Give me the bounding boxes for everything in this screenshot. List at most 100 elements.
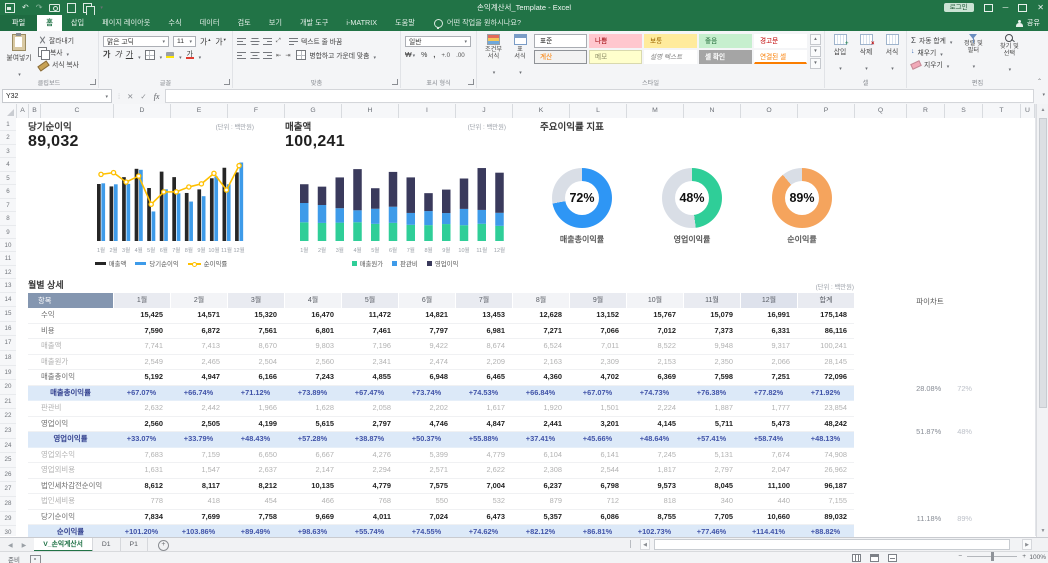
row-header-23[interactable]: 23 bbox=[0, 424, 16, 439]
cell[interactable]: 175,148 bbox=[797, 308, 854, 323]
number-dialog-launcher[interactable] bbox=[468, 79, 474, 85]
redo-icon[interactable]: ↷ bbox=[36, 0, 43, 15]
cell[interactable]: 4,011 bbox=[341, 510, 398, 525]
row-header-6[interactable]: 6 bbox=[0, 185, 16, 198]
row-header-11[interactable]: 11 bbox=[0, 252, 16, 265]
cell[interactable]: 28,145 bbox=[797, 355, 854, 370]
cell[interactable]: 8,212 bbox=[227, 479, 284, 494]
tab-file[interactable]: 파일 bbox=[0, 15, 37, 31]
header-1월[interactable]: 1월 bbox=[113, 293, 170, 308]
cell[interactable]: 100,241 bbox=[797, 339, 854, 354]
cell[interactable]: 2,465 bbox=[170, 355, 227, 370]
scroll-left-icon[interactable]: ◀ bbox=[640, 539, 650, 550]
sheet-tab-P1[interactable]: P1 bbox=[121, 538, 148, 552]
column-header-P[interactable]: P bbox=[798, 104, 855, 118]
cell[interactable]: +33.07% bbox=[113, 432, 170, 447]
cell[interactable]: 6,981 bbox=[455, 324, 512, 339]
delete-cells-button[interactable]: × 삭제 bbox=[855, 34, 877, 75]
save-icon[interactable] bbox=[5, 3, 15, 13]
cell[interactable]: +71.92% bbox=[797, 386, 854, 401]
row-label[interactable]: 매출원가 bbox=[28, 355, 113, 370]
cell[interactable]: 7,243 bbox=[284, 370, 341, 385]
cell[interactable]: 12,628 bbox=[512, 308, 569, 323]
autosum-button[interactable]: Σ자동 합계 bbox=[911, 34, 952, 46]
tab-수식[interactable]: 수식 bbox=[159, 15, 190, 31]
camera-icon[interactable] bbox=[49, 4, 60, 12]
column-header-Q[interactable]: Q bbox=[855, 104, 907, 118]
row-header-7[interactable]: 7 bbox=[0, 199, 16, 212]
cell[interactable]: 7,590 bbox=[113, 324, 170, 339]
cell[interactable]: 2,224 bbox=[626, 401, 683, 416]
cell[interactable]: 7,245 bbox=[626, 448, 683, 463]
orientation-icon[interactable]: ⤢ bbox=[276, 37, 281, 45]
cell[interactable]: 2,797 bbox=[341, 417, 398, 432]
cell[interactable]: 532 bbox=[455, 494, 512, 509]
cell[interactable]: 7,561 bbox=[227, 324, 284, 339]
decrease-indent-icon[interactable]: ⇤ bbox=[276, 52, 281, 59]
cell[interactable]: 6,667 bbox=[284, 448, 341, 463]
horizontal-scrollbar[interactable]: ◀ ▶ bbox=[640, 538, 1032, 550]
row-header-2[interactable]: 2 bbox=[0, 131, 16, 144]
cell[interactable]: 14,821 bbox=[398, 308, 455, 323]
row-header-30[interactable]: 30 bbox=[0, 526, 16, 536]
cell[interactable]: 23,854 bbox=[797, 401, 854, 416]
underline-button[interactable]: 가 bbox=[126, 50, 133, 60]
cell[interactable]: 6,798 bbox=[569, 479, 626, 494]
insert-function-icon[interactable]: fx bbox=[154, 92, 160, 101]
cell[interactable]: 7,683 bbox=[113, 448, 170, 463]
formula-input[interactable] bbox=[165, 89, 1034, 103]
tab-홈[interactable]: 홈 bbox=[37, 15, 62, 31]
insert-cells-button[interactable]: + 삽입 bbox=[829, 34, 851, 75]
header-12월[interactable]: 12월 bbox=[740, 293, 797, 308]
cell[interactable]: 5,192 bbox=[113, 370, 170, 385]
enter-icon[interactable]: ✓ bbox=[140, 92, 146, 101]
conditional-formatting-button[interactable]: 조건부 서식 bbox=[481, 34, 506, 79]
page-break-view-icon[interactable] bbox=[888, 554, 897, 562]
cell[interactable]: 4,746 bbox=[398, 417, 455, 432]
tab-개발 도구[interactable]: 개발 도구 bbox=[291, 15, 337, 31]
cell[interactable]: 16,991 bbox=[740, 308, 797, 323]
row-header-17[interactable]: 17 bbox=[0, 336, 16, 351]
zoom-out-icon[interactable]: − bbox=[958, 553, 962, 560]
cell[interactable]: 2,147 bbox=[284, 463, 341, 478]
zoom-slider-thumb[interactable] bbox=[991, 552, 994, 561]
cell-style-설명 텍스트[interactable]: 설명 텍스트 bbox=[644, 50, 697, 64]
increase-indent-icon[interactable]: ⇥ bbox=[285, 52, 290, 59]
column-header-U[interactable]: U bbox=[1021, 104, 1035, 118]
cell[interactable]: 7,011 bbox=[569, 339, 626, 354]
cell[interactable]: +48.43% bbox=[227, 432, 284, 447]
cell[interactable]: 6,141 bbox=[569, 448, 626, 463]
row-label[interactable]: 영업이익률 bbox=[28, 432, 113, 447]
column-header-J[interactable]: J bbox=[456, 104, 513, 118]
cell[interactable]: 2,308 bbox=[512, 463, 569, 478]
gallery-up-icon[interactable]: ▲ bbox=[810, 34, 821, 45]
tab-페이지 레이아웃[interactable]: 페이지 레이아웃 bbox=[93, 15, 159, 31]
font-dialog-launcher[interactable] bbox=[224, 79, 230, 85]
bold-button[interactable]: 가 bbox=[103, 50, 110, 60]
cell[interactable]: 340 bbox=[683, 494, 740, 509]
row-header-1[interactable]: 1 bbox=[0, 118, 16, 131]
row-header-20[interactable]: 20 bbox=[0, 380, 16, 395]
cell-style-계산[interactable]: 계산 bbox=[534, 50, 587, 64]
cell[interactable]: 9,317 bbox=[740, 339, 797, 354]
cell[interactable]: 96,187 bbox=[797, 479, 854, 494]
find-select-button[interactable]: 찾기 및 선택 bbox=[994, 34, 1024, 76]
row-header-18[interactable]: 18 bbox=[0, 351, 16, 366]
cell[interactable]: 7,024 bbox=[398, 510, 455, 525]
cell[interactable]: 6,465 bbox=[455, 370, 512, 385]
cell-style-보통[interactable]: 보통 bbox=[644, 34, 697, 48]
horizontal-scroll-thumb[interactable] bbox=[654, 539, 1010, 550]
cell[interactable]: +74.53% bbox=[455, 386, 512, 401]
cell[interactable]: 466 bbox=[284, 494, 341, 509]
cell[interactable]: 7,674 bbox=[740, 448, 797, 463]
sheet-next-icon[interactable]: ▶ bbox=[22, 542, 27, 549]
row-header-27[interactable]: 27 bbox=[0, 482, 16, 497]
cell[interactable]: 7,004 bbox=[455, 479, 512, 494]
tab-i-MATRIX[interactable]: i-MATRIX bbox=[337, 15, 386, 31]
cell[interactable]: 2,442 bbox=[170, 401, 227, 416]
cell[interactable]: 9,669 bbox=[284, 510, 341, 525]
cell[interactable]: 2,294 bbox=[341, 463, 398, 478]
new-sheet-icon[interactable]: + bbox=[158, 540, 169, 551]
cell[interactable]: 2,066 bbox=[740, 355, 797, 370]
donut-영업이익률[interactable]: 48% bbox=[662, 168, 722, 228]
